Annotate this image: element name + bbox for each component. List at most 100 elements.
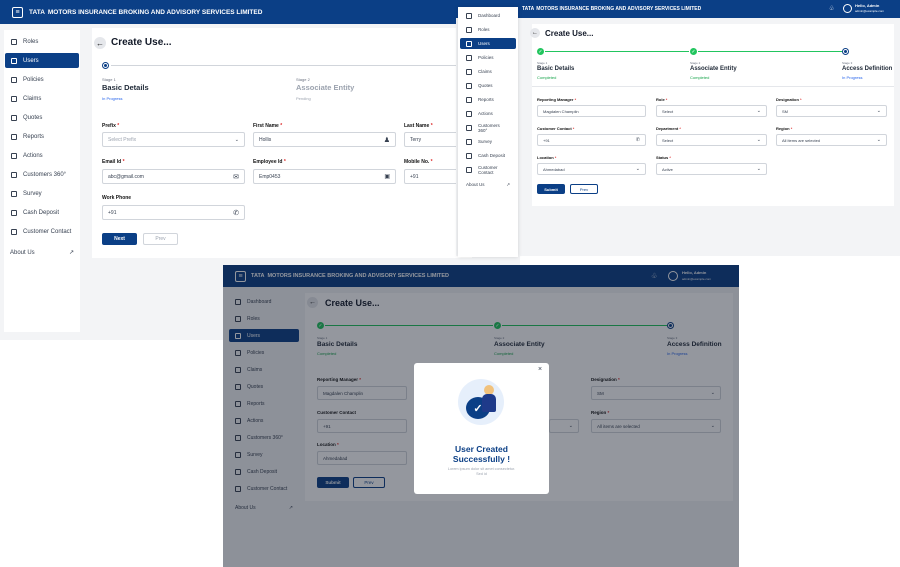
- sidebar-item-survey[interactable]: Survey: [460, 136, 516, 147]
- sidebar-item-policies[interactable]: Policies: [460, 52, 516, 63]
- dept-label-text: Department: [656, 126, 679, 131]
- menu-icon: [11, 171, 17, 178]
- sidebar-item-reports[interactable]: Reports: [460, 94, 516, 105]
- about-us-label: About Us: [10, 249, 35, 256]
- sidebar-item-actions[interactable]: Actions: [5, 148, 79, 163]
- submit-button[interactable]: Submit: [537, 184, 565, 194]
- sidebar-item-roles[interactable]: Roles: [460, 24, 516, 35]
- email-value: abc@gmail.com: [108, 173, 144, 180]
- last-name-input[interactable]: Terry: [404, 132, 458, 147]
- cc-label-text: Customer Contact: [537, 126, 572, 131]
- step-1-label: Stage 1: [537, 61, 548, 65]
- sidebar-item-claims[interactable]: Claims: [5, 91, 79, 106]
- app-logo-icon[interactable]: ≡: [12, 6, 23, 18]
- location-label: Location *: [537, 155, 557, 160]
- sidebar-item-customer-contact[interactable]: Customer Contact: [5, 224, 79, 239]
- menu-icon: [466, 124, 472, 131]
- region-select[interactable]: All items are selected ⌄: [776, 134, 887, 146]
- work-phone-input[interactable]: +91 ✆: [102, 205, 245, 220]
- status-label: Status *: [656, 155, 671, 160]
- role-value: Select: [662, 108, 674, 114]
- customer-contact-input[interactable]: +91 ✆: [537, 134, 646, 146]
- sidebar-item-actions[interactable]: Actions: [460, 108, 516, 119]
- close-icon[interactable]: ×: [538, 366, 542, 373]
- sidebar-item-roles[interactable]: Roles: [5, 34, 79, 49]
- sidebar-item-customers-360[interactable]: Customers 360°: [460, 122, 516, 133]
- sidebar-item-cash-deposit[interactable]: Cash Deposit: [5, 205, 79, 220]
- external-link-icon: ↗: [68, 250, 74, 256]
- sidebar-item-customer-contact[interactable]: Customer Contact: [460, 164, 516, 175]
- prefix-label-text: Prefix: [102, 123, 116, 129]
- menu-icon: [11, 228, 17, 235]
- sidebar-item-quotes[interactable]: Quotes: [460, 80, 516, 91]
- about-us-link[interactable]: About Us ↗: [460, 179, 516, 190]
- sidebar-item-label: Quotes: [478, 83, 493, 88]
- step-3-label: Stage 3: [842, 61, 853, 65]
- screen-access-definition: TATA MOTORS INSURANCE BROKING AND ADVISO…: [456, 0, 900, 256]
- location-select[interactable]: Ahmedabad ⌄: [537, 163, 646, 175]
- sidebar-item-label: Policies: [478, 55, 494, 60]
- bell-icon[interactable]: ♧: [829, 5, 834, 12]
- menu-icon: [11, 133, 17, 140]
- menu-icon: [466, 152, 472, 159]
- chevron-down-icon: ⌄: [234, 136, 239, 143]
- step-1-indicator: [102, 62, 109, 69]
- sidebar-item-cash-deposit[interactable]: Cash Deposit: [460, 150, 516, 161]
- email-input[interactable]: abc@gmail.com ✉: [102, 169, 245, 184]
- brand-bold: TATA: [522, 6, 535, 12]
- sidebar-item-claims[interactable]: Claims: [460, 66, 516, 77]
- sidebar-item-dashboard[interactable]: Dashboard: [460, 10, 516, 21]
- back-arrow-icon[interactable]: ←: [530, 28, 540, 38]
- prev-button[interactable]: Prev: [143, 233, 178, 245]
- role-select[interactable]: Select ⌄: [656, 105, 767, 117]
- mail-icon: ✉: [233, 173, 239, 181]
- first-name-input[interactable]: Hollis ♟: [253, 132, 396, 147]
- sidebar-item-customers-360[interactable]: Customers 360°: [5, 167, 79, 182]
- rm-label-text: Reporting Manager: [537, 97, 574, 102]
- chevron-down-icon: ⌄: [756, 166, 761, 172]
- region-label-text: Region: [776, 126, 790, 131]
- sidebar-item-reports[interactable]: Reports: [5, 129, 79, 144]
- employee-id-input[interactable]: Emp0453 ▣: [253, 169, 396, 184]
- first-name-value: Hollis: [259, 136, 272, 143]
- person-icon: ♟: [383, 136, 390, 144]
- email-label: Email Id *: [102, 159, 125, 165]
- sidebar-item-policies[interactable]: Policies: [5, 72, 79, 87]
- step-1-status: In Progress: [102, 96, 123, 101]
- desig-value: SM: [782, 108, 788, 114]
- sidebar-item-users[interactable]: Users: [460, 38, 516, 49]
- sidebar-item-label: Quotes: [23, 114, 43, 121]
- avatar[interactable]: [843, 4, 852, 13]
- next-button[interactable]: Next: [102, 233, 137, 245]
- sidebar-item-label: Reports: [23, 133, 45, 140]
- loc-value: Ahmedabad: [543, 166, 565, 172]
- stepper-line: [111, 65, 456, 66]
- last-name-value: Terry: [410, 136, 422, 143]
- divider: [532, 86, 894, 87]
- user-email: admin@example.com: [855, 9, 885, 13]
- mobile-label: Mobile No. *: [404, 159, 433, 165]
- desig-label-text: Designation: [776, 97, 799, 102]
- designation-select[interactable]: SM ⌄: [776, 105, 887, 117]
- sidebar-item-users[interactable]: Users: [5, 53, 79, 68]
- sidebar-item-survey[interactable]: Survey: [5, 186, 79, 201]
- stepper-line-1: [545, 51, 689, 52]
- customer-contact-label: Customer Contact *: [537, 126, 575, 131]
- prev-button[interactable]: Prev: [570, 184, 598, 194]
- prefix-select[interactable]: Select Prefix ⌄: [102, 132, 245, 147]
- status-select[interactable]: Active ⌄: [656, 163, 767, 175]
- reporting-manager-input[interactable]: Magdalen Champlin: [537, 105, 646, 117]
- modal-subtitle: Lorem ipsum dolor sit amet consectetur. …: [447, 467, 516, 476]
- prefix-label: Prefix *: [102, 123, 120, 129]
- menu-icon: [466, 12, 472, 19]
- department-select[interactable]: Select ⌄: [656, 134, 767, 146]
- mobile-input[interactable]: +91: [404, 169, 458, 184]
- sidebar-item-label: Actions: [23, 152, 43, 159]
- external-link-icon: ↗: [506, 181, 510, 187]
- role-label-text: Role: [656, 97, 665, 102]
- back-arrow-icon[interactable]: ←: [94, 37, 106, 49]
- status-label-text: Status: [656, 155, 669, 160]
- sidebar-item-quotes[interactable]: Quotes: [5, 110, 79, 125]
- region-label: Region *: [776, 126, 793, 131]
- about-us-link[interactable]: About Us ↗: [4, 245, 80, 260]
